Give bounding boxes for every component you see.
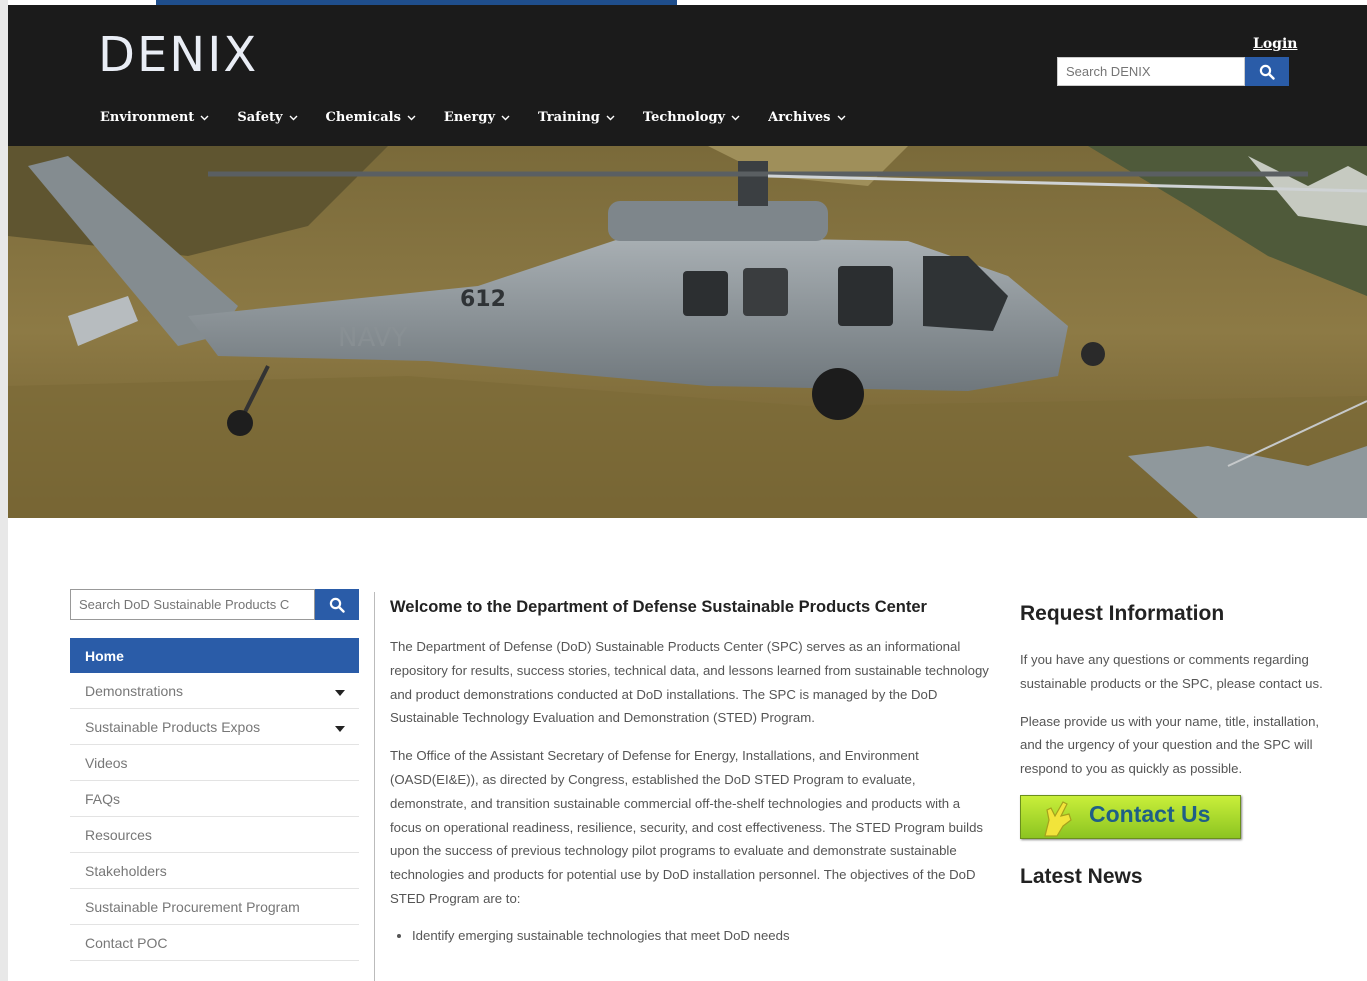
sidebar-item-faqs[interactable]: FAQs [70, 782, 359, 817]
spc-search-button[interactable] [315, 589, 359, 620]
nav-energy[interactable]: Energy [444, 110, 510, 125]
latest-news-heading: Latest News [1020, 864, 1143, 888]
chevron-down-icon [837, 110, 846, 125]
caret-down-icon[interactable] [335, 726, 345, 732]
sidebar-item-procurement[interactable]: Sustainable Procurement Program [70, 890, 359, 925]
column-divider [374, 592, 375, 981]
spc-search-input[interactable] [70, 589, 315, 620]
contact-us-button[interactable]: Contact Us [1020, 794, 1241, 839]
nav-technology[interactable]: Technology [643, 110, 740, 125]
search-icon [329, 597, 345, 613]
intro-paragraph: The Department of Defense (DoD) Sustaina… [390, 639, 989, 726]
chevron-down-icon [200, 110, 209, 125]
search-icon [1259, 64, 1275, 80]
site-search-input[interactable] [1057, 57, 1245, 86]
request-info-details: Please provide us with your name, title,… [1020, 713, 1320, 777]
sidebar-item-videos[interactable]: Videos [70, 746, 359, 781]
site-search-button[interactable] [1245, 57, 1289, 86]
helicopter-photo: 612 NAVY [8, 146, 1367, 518]
site-header: DENIX Login Environment Safety Chemicals… [8, 5, 1367, 146]
chevron-down-icon [731, 110, 740, 125]
caret-down-icon[interactable] [335, 690, 345, 696]
sidebar-item-expos[interactable]: Sustainable Products Expos [70, 710, 359, 745]
chevron-down-icon [606, 110, 615, 125]
sidebar-menu: Home Demonstrations Sustainable Products… [70, 638, 359, 962]
nav-environment[interactable]: Environment [100, 110, 209, 125]
sidebar-item-home[interactable]: Home [70, 638, 359, 673]
request-info-heading: Request Information [1020, 602, 1225, 625]
hero-banner-image: 612 NAVY [8, 146, 1367, 518]
chevron-down-icon [407, 110, 416, 125]
chevron-down-icon [289, 110, 298, 125]
nav-chemicals[interactable]: Chemicals [326, 110, 416, 125]
site-search [1057, 57, 1289, 86]
list-item: Identify emerging sustainable technologi… [412, 925, 990, 947]
sidebar-item-demonstrations[interactable]: Demonstrations [70, 674, 359, 709]
main-content: Welcome to the Department of Defense Sus… [390, 598, 990, 947]
nav-archives[interactable]: Archives [768, 110, 845, 125]
nav-safety[interactable]: Safety [237, 110, 298, 125]
main-nav: Environment Safety Chemicals Energy Trai… [100, 110, 874, 125]
right-column: Request Information If you have any ques… [1020, 602, 1340, 889]
spc-search [70, 589, 359, 620]
svg-text:612: 612 [460, 287, 506, 312]
login-link[interactable]: Login [1253, 36, 1297, 52]
objectives-list: Identify emerging sustainable technologi… [390, 925, 990, 947]
contact-us-label: Contact Us [1089, 800, 1211, 827]
page-title: Welcome to the Department of Defense Sus… [390, 598, 927, 616]
nav-training[interactable]: Training [538, 110, 615, 125]
denix-logo[interactable]: DENIX [98, 27, 258, 83]
sidebar-item-resources[interactable]: Resources [70, 818, 359, 853]
pointing-hand-icon [1044, 801, 1072, 837]
request-info-text: If you have any questions or comments re… [1020, 652, 1323, 691]
program-paragraph: The Office of the Assistant Secretary of… [390, 748, 984, 906]
sidebar-item-contact-poc[interactable]: Contact POC [70, 926, 359, 961]
left-frame [0, 0, 8, 981]
chevron-down-icon [501, 110, 510, 125]
svg-text:NAVY: NAVY [338, 323, 407, 353]
sidebar-item-stakeholders[interactable]: Stakeholders [70, 854, 359, 889]
